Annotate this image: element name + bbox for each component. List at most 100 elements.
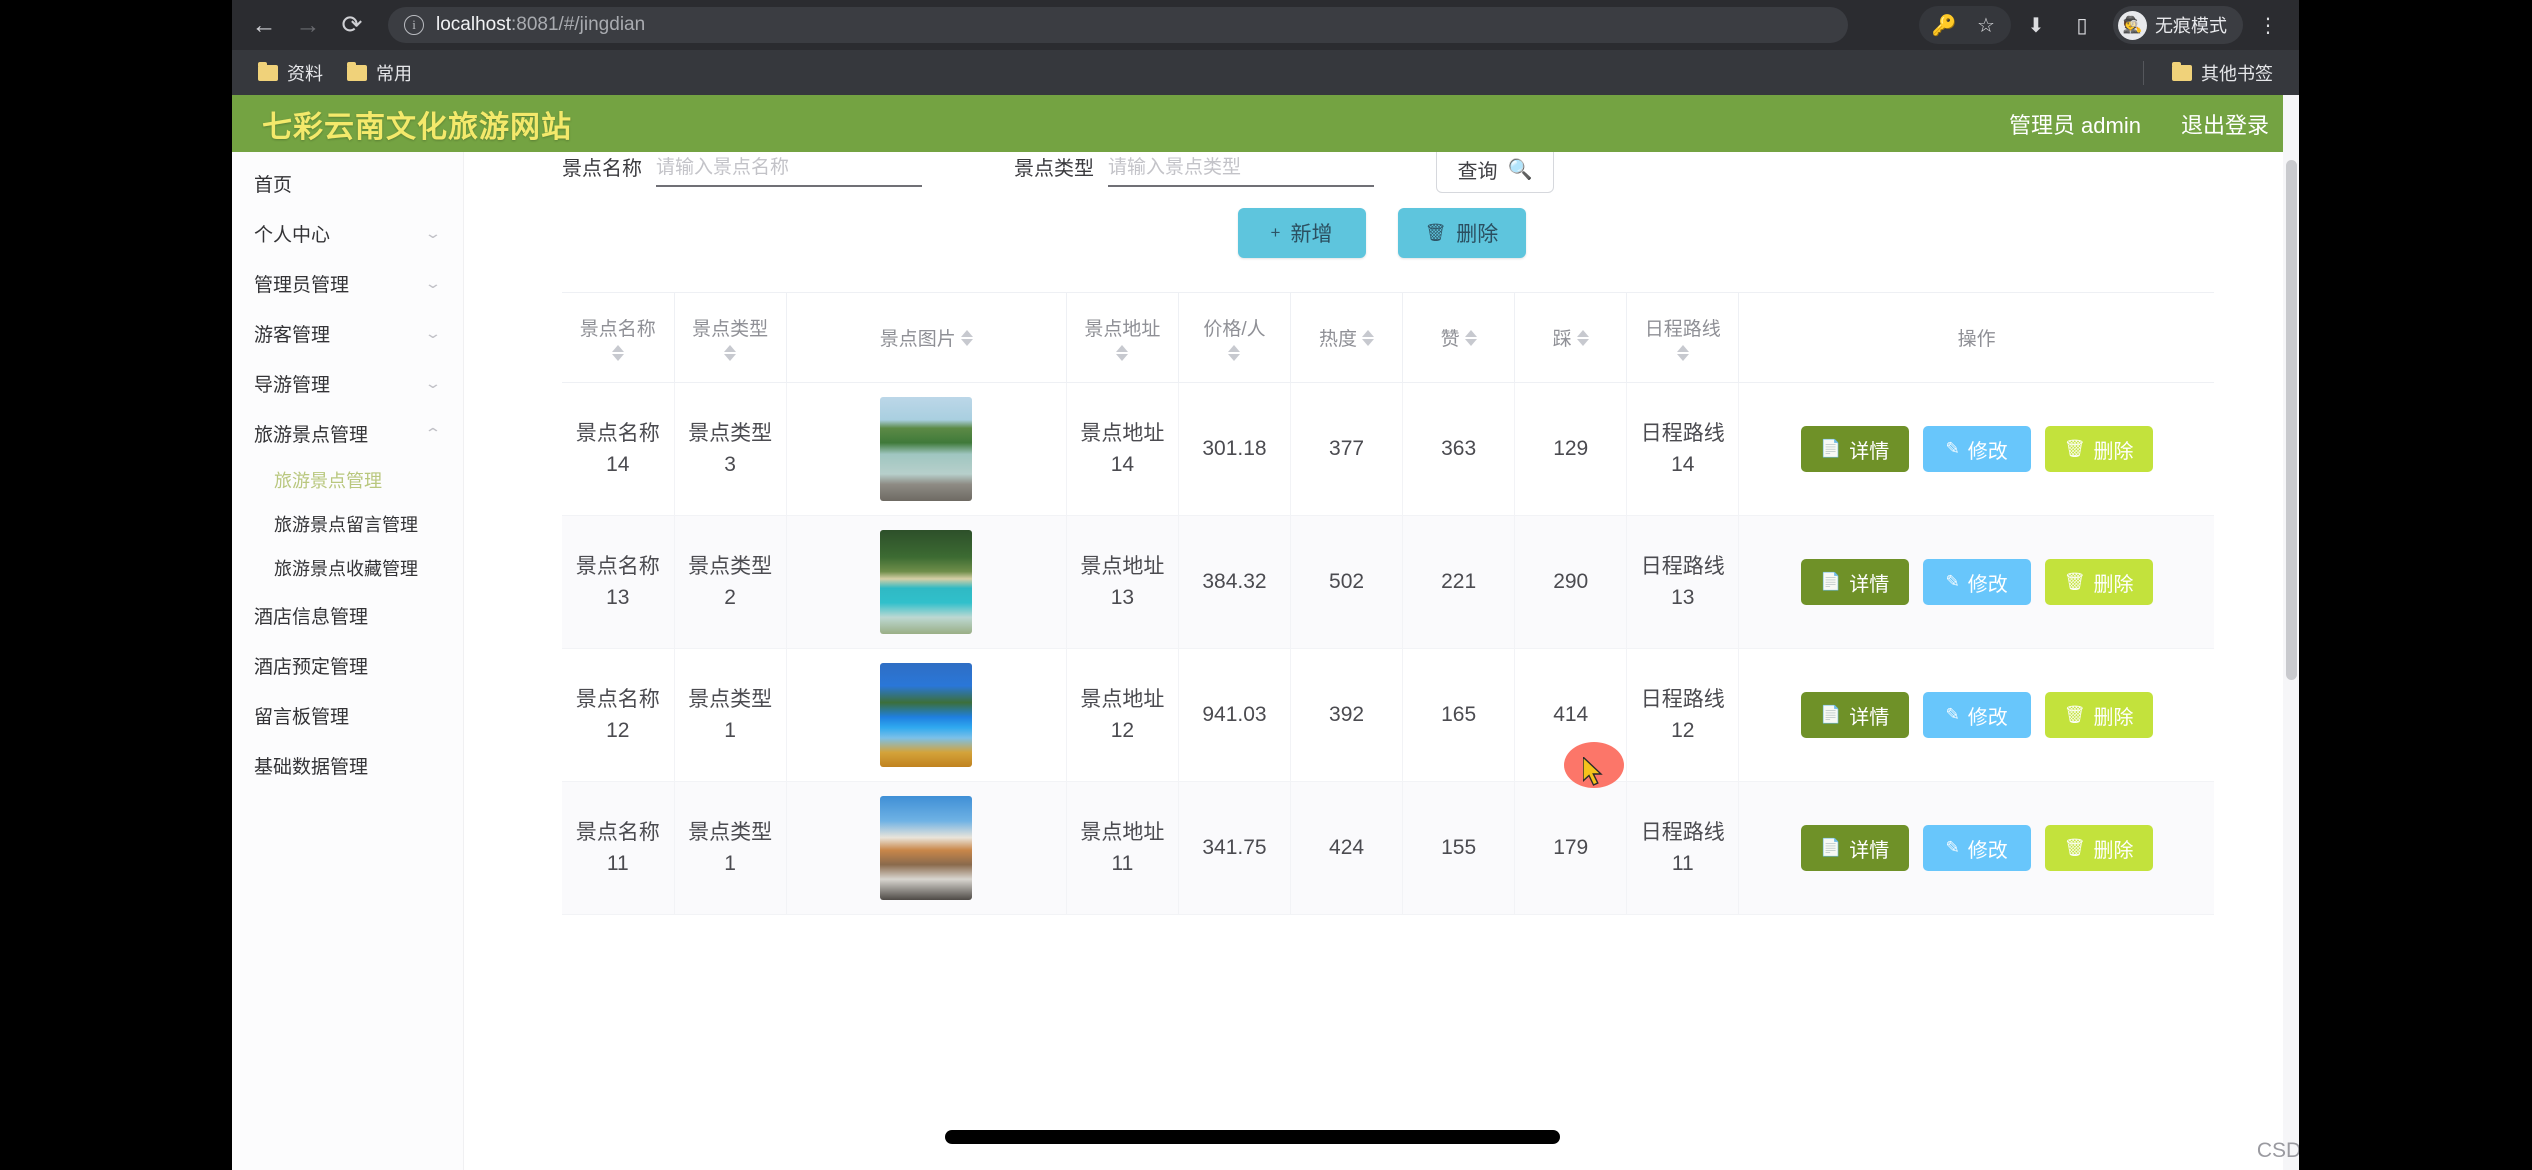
detail-button[interactable]: 📄 详情 [1800,426,1909,472]
row-action-group: 📄 详情 ✎ 修改 🗑 删除 [1745,559,2208,605]
search-type-input[interactable] [1108,156,1374,179]
other-bookmarks-button[interactable]: 其他书签 [2160,56,2285,90]
scenic-spot-table-container[interactable]: 景点名称 景点类型 景点图片 景点地址 价格/人 热度 赞 踩 日程路线 操作 … [562,292,2214,1164]
sidebar-item-personal-center[interactable]: 个人中心 ⌄ [232,208,463,258]
batch-delete-button[interactable]: 🗑 删除 [1397,208,1526,258]
detail-button[interactable]: 📄 详情 [1800,825,1909,871]
column-header-route[interactable]: 日程路线 [1626,292,1739,383]
sort-icon[interactable] [960,329,973,346]
add-button[interactable]: + 新增 [1237,208,1366,258]
lake-pier-willow-photo[interactable] [880,397,973,501]
horizontal-scrollbar-thumb[interactable] [945,1130,1560,1144]
search-name-input[interactable] [656,156,922,179]
column-header-image[interactable]: 景点图片 [785,292,1067,383]
sidebar-nav[interactable]: 首页 个人中心 ⌄ 管理员管理 ⌄ 游客管理 ⌄ 导游管理 ⌄ 旅游景点管理 ⌃ [232,152,464,1170]
column-header-type[interactable]: 景点类型 [673,292,787,383]
sort-icon[interactable] [1576,329,1589,346]
sidebar-item-message-board-management[interactable]: 留言板管理 [232,690,463,740]
sidebar-item-scenic-comment-management[interactable]: 旅游景点留言管理 [232,502,463,546]
delete-button[interactable]: 🗑 删除 [2044,559,2153,605]
sidebar-item-label: 旅游景点管理 [274,471,382,491]
column-header-name[interactable]: 景点名称 [562,292,675,383]
sidebar-item-home[interactable]: 首页 [232,158,463,208]
incognito-indicator[interactable]: 🕵 无痕模式 [2113,6,2243,44]
delete-button-label: 删除 [2093,839,2134,862]
back-arrow-icon[interactable]: ← [242,3,286,47]
sidebar-item-base-data-management[interactable]: 基础数据管理 [232,740,463,790]
edit-button[interactable]: ✎ 修改 [1922,559,2031,605]
table-row[interactable]: 景点名称 11 景点类型 1 景点地址 11 341.75 424 155 179 日程路线 11 📄 详… [562,781,2214,915]
delete-button[interactable]: 🗑 删除 [2044,692,2153,738]
three-dot-menu-icon[interactable]: ⋮ [2247,4,2289,46]
search-button[interactable]: 查询 🔍 [1436,152,1554,193]
bookmark-item-changyong[interactable]: 常用 [335,56,424,90]
cell-image[interactable] [785,382,1067,516]
other-bookmarks-area: 其他书签 [2143,56,2285,90]
column-header-likes[interactable]: 赞 [1402,292,1515,383]
cell-image[interactable] [785,648,1067,782]
delete-button-label: 删除 [2093,573,2134,596]
bookmarks-bar: 资料 常用 其他书签 [232,50,2299,95]
blue-lake-autumn-photo[interactable] [880,663,973,767]
column-header-address[interactable]: 景点地址 [1065,292,1179,383]
detail-button[interactable]: 📄 详情 [1800,692,1909,738]
table-row[interactable]: 景点名称 14 景点类型 3 景点地址 14 301.18 377 363 129 日程路线 14 📄 详… [562,382,2214,516]
sort-icon[interactable] [1228,345,1241,361]
main-content: 景点名称 景点类型 查询 🔍 [464,152,2299,1170]
table-row[interactable]: 景点名称 13 景点类型 2 景点地址 13 384.32 502 221 290 日程路线 13 📄 详… [562,515,2214,649]
sort-icon[interactable] [1676,345,1689,361]
sort-icon[interactable] [1464,329,1477,346]
cell-name: 景点名称 14 [562,382,675,516]
sort-icon[interactable] [611,345,624,361]
vertical-scrollbar-thumb[interactable] [2286,160,2297,680]
edit-button[interactable]: ✎ 修改 [1922,426,2031,472]
cell-likes: 221 [1402,515,1515,649]
turquoise-lake-forest-photo[interactable] [880,530,973,634]
cell-type: 景点类型 2 [673,515,787,649]
sidebar-item-scenic-spot-management[interactable]: 旅游景点管理 [232,458,463,502]
column-header-operations: 操作 [1738,292,2214,383]
table-row[interactable]: 景点名称 12 景点类型 1 景点地址 12 941.03 392 165 414 日程路线 12 📄 详… [562,648,2214,782]
sidebar-item-scenic-favorite-management[interactable]: 旅游景点收藏管理 [232,546,463,590]
detail-button[interactable]: 📄 详情 [1800,559,1909,605]
logout-link[interactable]: 退出登录 [2181,108,2269,140]
search-name-input-wrap[interactable] [656,156,922,187]
sidebar-item-guide-management[interactable]: 导游管理 ⌄ [232,358,463,408]
sidebar-item-hotel-info-management[interactable]: 酒店信息管理 [232,590,463,640]
edit-button[interactable]: ✎ 修改 [1922,825,2031,871]
download-icon[interactable]: ⬇ [2015,4,2057,46]
side-panel-icon[interactable]: ▯ [2061,4,2103,46]
column-header-price[interactable]: 价格/人 [1177,292,1291,383]
sidebar-item-hotel-booking-management[interactable]: 酒店预定管理 [232,640,463,690]
cell-type: 景点类型 1 [673,648,787,782]
edit-button[interactable]: ✎ 修改 [1922,692,2031,738]
sidebar-item-scenic-management[interactable]: 旅游景点管理 ⌃ [232,408,463,458]
search-type-input-wrap[interactable] [1108,156,1374,187]
password-key-icon[interactable]: 🔑 [1923,4,1965,46]
bookmark-star-icon[interactable]: ☆ [1965,4,2007,46]
bookmark-item-ziliao[interactable]: 资料 [246,56,335,90]
app-header: 七彩云南文化旅游网站 管理员 admin 退出登录 [232,95,2299,152]
info-circle-icon[interactable]: i [404,15,424,35]
snow-mountain-peak-photo[interactable] [880,796,973,900]
sidebar-item-admin-management[interactable]: 管理员管理 ⌄ [232,258,463,308]
search-field-name: 景点名称 [562,152,922,187]
delete-button[interactable]: 🗑 删除 [2044,825,2153,871]
column-header-dislikes[interactable]: 踩 [1514,292,1627,383]
delete-button[interactable]: 🗑 删除 [2044,426,2153,472]
table-toolbar: + 新增 🗑 删除 [464,208,2299,258]
cell-image[interactable] [785,781,1067,915]
cell-name: 景点名称 11 [562,781,675,915]
mouse-cursor [1583,757,1603,786]
reload-icon[interactable]: ⟳ [330,3,374,47]
table-header-row: 景点名称 景点类型 景点图片 景点地址 价格/人 热度 赞 踩 日程路线 操作 [562,292,2214,383]
sidebar-item-tourist-management[interactable]: 游客管理 ⌄ [232,308,463,358]
sort-icon[interactable] [1362,329,1375,346]
cell-image[interactable] [785,515,1067,649]
forward-arrow-icon[interactable]: → [286,3,330,47]
address-bar[interactable]: i localhost:8081/#/jingdian [388,7,1848,43]
sort-icon[interactable] [724,345,737,361]
column-header-label: 日程路线 [1644,319,1721,340]
sort-icon[interactable] [1116,345,1129,361]
column-header-heat[interactable]: 热度 [1290,292,1403,383]
